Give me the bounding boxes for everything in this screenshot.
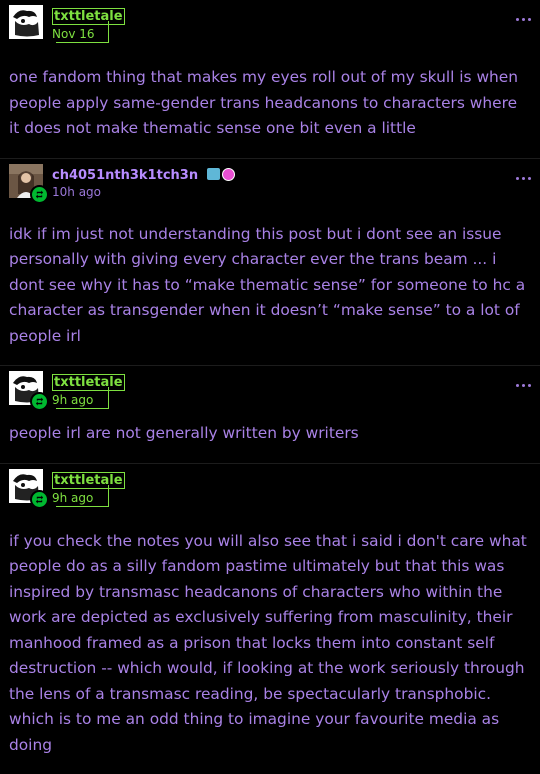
reblog-icon: [30, 490, 49, 509]
more-options-icon[interactable]: [516, 177, 531, 180]
username-link[interactable]: txttletale: [52, 8, 125, 25]
post-body: idk if im just not understanding this po…: [0, 214, 540, 366]
post-header: txttletale Nov 16: [0, 0, 540, 55]
post-reblog: txttletale 9h ago people irl are not gen…: [0, 366, 540, 464]
post-reblog: ch4051nth3k1tch3n 10h ago idk if im just…: [0, 159, 540, 367]
user-badges: [207, 168, 235, 181]
badge-icon: [207, 168, 220, 180]
post-header: txttletale 9h ago: [0, 464, 540, 519]
username-link[interactable]: txttletale: [52, 472, 125, 489]
avatar[interactable]: [9, 5, 43, 39]
timestamp[interactable]: 10h ago: [52, 184, 235, 200]
post-meta: txttletale Nov 16: [52, 5, 125, 42]
post-meta: txttletale 9h ago: [52, 371, 125, 408]
post-header: txttletale 9h ago: [0, 366, 540, 421]
post-reblog: txttletale 9h ago if you check the notes…: [0, 464, 540, 774]
post-meta: txttletale 9h ago: [52, 469, 125, 506]
post-thread: txttletale Nov 16 one fandom thing that …: [0, 0, 540, 774]
timestamp[interactable]: 9h ago: [52, 490, 125, 506]
badge-icon: [222, 168, 235, 181]
avatar[interactable]: [9, 164, 43, 198]
avatar[interactable]: [9, 469, 43, 503]
post-body: one fandom thing that makes my eyes roll…: [0, 55, 540, 158]
username-link[interactable]: txttletale: [52, 374, 125, 391]
post-original: txttletale Nov 16 one fandom thing that …: [0, 0, 540, 159]
username-link[interactable]: ch4051nth3k1tch3n: [52, 168, 198, 183]
post-body: if you check the notes you will also see…: [0, 519, 540, 774]
more-options-icon[interactable]: [516, 384, 531, 387]
reblog-icon: [30, 185, 49, 204]
post-meta: ch4051nth3k1tch3n 10h ago: [52, 164, 235, 200]
post-body: people irl are not generally written by …: [0, 421, 540, 463]
more-options-icon[interactable]: [516, 18, 531, 21]
avatar[interactable]: [9, 371, 43, 405]
timestamp[interactable]: Nov 16: [52, 26, 125, 42]
post-header: ch4051nth3k1tch3n 10h ago: [0, 159, 540, 214]
reblog-icon: [30, 392, 49, 411]
avatar-image: [9, 5, 43, 39]
timestamp[interactable]: 9h ago: [52, 392, 125, 408]
